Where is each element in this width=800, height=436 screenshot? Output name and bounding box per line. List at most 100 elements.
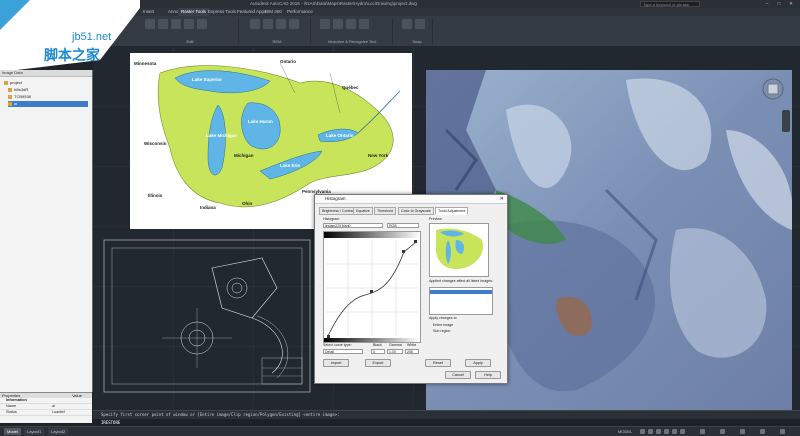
navigation-bar[interactable]: [782, 110, 790, 132]
map-label: Illinois: [148, 193, 163, 198]
image-icon: [8, 94, 12, 99]
map-label: Lake Superior: [192, 77, 223, 82]
polar-icon[interactable]: [664, 429, 669, 434]
ribbon-button[interactable]: [184, 19, 194, 29]
maximize-icon[interactable]: □: [774, 0, 784, 8]
ribbon-button[interactable]: [289, 19, 299, 29]
ortho-icon[interactable]: [656, 429, 661, 434]
cancel-button[interactable]: Cancel: [445, 371, 471, 379]
workspace-icon[interactable]: [720, 429, 725, 434]
close-icon[interactable]: ✕: [500, 195, 504, 203]
ribbon-button[interactable]: [158, 19, 168, 29]
map-label: Québec: [342, 85, 359, 90]
map-label: Michigan: [234, 153, 254, 158]
tab-layout2[interactable]: Layout2: [48, 428, 69, 435]
dialog-title-bar[interactable]: Histogram ✕: [315, 195, 507, 204]
logo-site-text: jb51.net: [71, 31, 111, 43]
tab-color-to-grayscale[interactable]: Color to Grayscale: [398, 207, 434, 215]
search-input[interactable]: Type a keyword or phrase: [640, 1, 700, 7]
export-button[interactable]: Export: [365, 359, 391, 367]
list-item-selected[interactable]: [430, 290, 492, 294]
osnap-icon[interactable]: [672, 429, 677, 434]
histogram-graph[interactable]: [323, 231, 421, 343]
tab-performance[interactable]: Performance: [284, 8, 316, 16]
option-entire-image[interactable]: Entire image: [433, 323, 453, 327]
channel-select[interactable]: RGB: [387, 223, 419, 228]
panel-snap-label: Snap: [412, 39, 422, 44]
ribbon-button[interactable]: [359, 19, 369, 29]
customize-icon[interactable]: [780, 429, 785, 434]
preview-image: [429, 223, 489, 277]
gamma-input[interactable]: 1.00: [387, 349, 403, 354]
logo-text: 脚本之家: [44, 47, 101, 64]
gamma-label: Gamma: [389, 343, 402, 347]
mechanical-drawing[interactable]: [102, 238, 312, 394]
ribbon-button[interactable]: [346, 19, 356, 29]
ribbon-button[interactable]: [415, 19, 425, 29]
window-title: Autodesk AutoCAD 2016 - \\NAS\Data\Maps\…: [250, 1, 417, 6]
prop-name: Name: [6, 404, 17, 408]
ribbon-button[interactable]: [263, 19, 273, 29]
snap-icon[interactable]: [648, 429, 653, 434]
properties-panel: Properties Value Information Name ai Statu…: [0, 392, 92, 423]
viewcube[interactable]: [762, 78, 784, 100]
ribbon-button[interactable]: [197, 19, 207, 29]
curve-type-select[interactable]: Detail: [323, 349, 363, 354]
model-space-label[interactable]: MODEL: [615, 428, 635, 435]
black-input[interactable]: 0: [371, 349, 385, 354]
close-icon[interactable]: ✕: [786, 0, 796, 8]
settings-icon[interactable]: [740, 429, 745, 434]
command-input[interactable]: IRESTORE: [93, 419, 800, 426]
map-label: New York: [368, 153, 389, 158]
reset-button[interactable]: Reset: [425, 359, 451, 367]
ribbon-button[interactable]: [320, 19, 330, 29]
map-label: Lake Ontario: [326, 133, 354, 138]
tab-model[interactable]: Model: [4, 428, 21, 435]
map-label: Ohio: [242, 201, 253, 206]
tree-item[interactable]: TCB9538: [8, 94, 31, 100]
properties-group: Information: [6, 398, 27, 402]
import-button[interactable]: Import: [323, 359, 349, 367]
prop-value[interactable]: Loaded: [46, 410, 65, 415]
ribbon-button[interactable]: [333, 19, 343, 29]
ribbon-button[interactable]: [171, 19, 181, 29]
tab-insert[interactable]: Insert: [140, 8, 157, 16]
white-input[interactable]: 255: [405, 349, 419, 354]
image-select[interactable]: lindam229 bisn0: [323, 223, 383, 228]
image-icon: [8, 87, 12, 92]
lineweight-icon[interactable]: [680, 429, 685, 434]
grid-icon[interactable]: [640, 429, 645, 434]
tree-item[interactable]: hills3dR: [8, 87, 28, 93]
apply-to-label: Apply changes to: [429, 316, 457, 320]
image-data-palette: Image Data project hills3dR TCB9538 ai: [0, 70, 93, 392]
panel-rem-label: REM: [272, 39, 282, 44]
tree-item-project[interactable]: project: [4, 80, 22, 86]
help-button[interactable]: Help: [475, 371, 501, 379]
applied-label: Applied changes affect all listed images…: [429, 279, 493, 283]
panel-edit-label: Edit: [186, 39, 194, 44]
option-sub-region[interactable]: Sub region: [433, 329, 450, 333]
fullscreen-icon[interactable]: [760, 429, 765, 434]
ribbon-button[interactable]: [250, 19, 260, 29]
image-icon: [8, 101, 12, 106]
minimize-icon[interactable]: –: [762, 0, 772, 8]
tree-item-selected[interactable]: ai: [8, 101, 88, 107]
prop-name: Status: [6, 410, 17, 414]
tab-tonal-adjustment[interactable]: Tonal Adjustment: [435, 207, 469, 215]
command-line[interactable]: Specify first corner point of window or …: [93, 410, 800, 427]
curve-type-label: Select curve type:: [323, 343, 352, 347]
ribbon-button[interactable]: [402, 19, 412, 29]
tab-threshold[interactable]: Threshold: [374, 207, 396, 215]
apply-button[interactable]: Apply: [465, 359, 491, 367]
tab-layout1[interactable]: Layout1: [24, 428, 45, 435]
panel-vectorize-label: Vectorize & Recognize Text: [327, 39, 377, 44]
ribbon-button[interactable]: [145, 19, 155, 29]
histogram-label: Histogram: [323, 217, 340, 221]
tab-equalize[interactable]: Equalize: [353, 207, 373, 215]
applied-image-list[interactable]: [429, 287, 493, 315]
prop-value[interactable]: ai: [46, 404, 55, 409]
annotation-scale-icon[interactable]: [700, 429, 705, 434]
ribbon-button[interactable]: [276, 19, 286, 29]
tab-bim360[interactable]: BIM 360: [262, 8, 285, 16]
map-label: Wisconsin: [144, 141, 167, 146]
